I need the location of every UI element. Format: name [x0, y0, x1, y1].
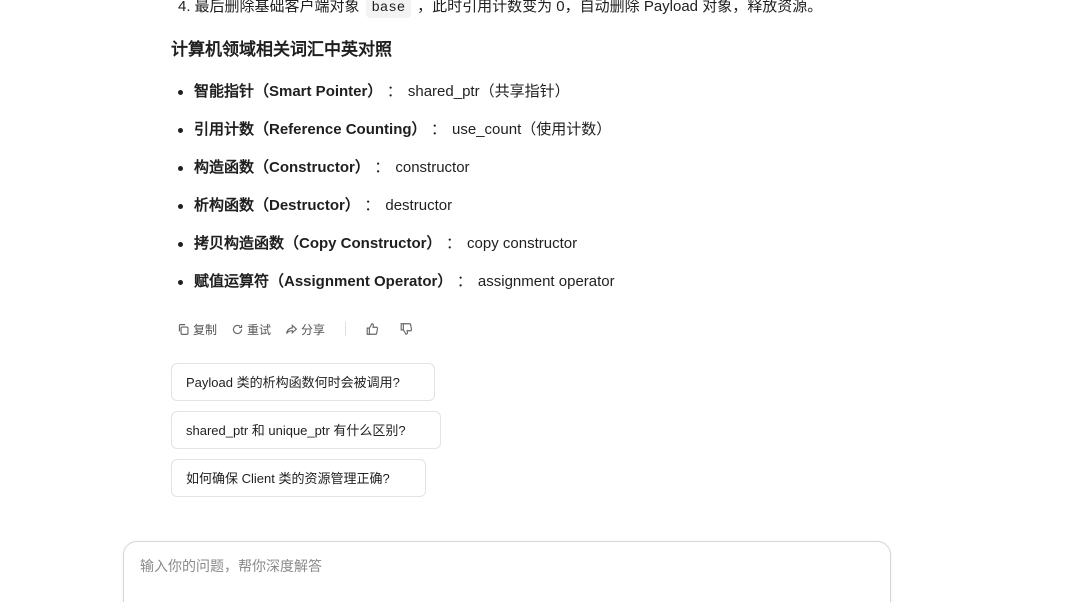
glossary-term: 拷贝构造函数（Copy Constructor） [194, 235, 435, 252]
suggested-question[interactable]: 如何确保 Client 类的资源管理正确? [171, 459, 426, 497]
copy-label: 复制 [193, 322, 218, 337]
suggested-question[interactable]: Payload 类的析构函数何时会被调用? [171, 363, 435, 401]
action-divider [345, 322, 347, 336]
step-item-4: 4. 最后删除基础客户端对象 base ，此时引用计数变为 0，自动删除 Payloa… [178, 0, 822, 18]
glossary-separator: ： [456, 273, 472, 290]
glossary-term: 构造函数（Constructor） [194, 159, 363, 176]
glossary-separator: ： [386, 83, 402, 100]
step-text-after: ，此时引用计数变为 0，自动删除 Payload 对象，释放资源。 [417, 0, 823, 15]
bullet-dot [178, 242, 183, 247]
glossary-definition: use_count（使用计数） [452, 121, 612, 138]
glossary-item: 析构函数（Destructor） ： destructor [176, 194, 615, 232]
step-text-before: 最后删除基础客户端对象 [194, 0, 360, 15]
glossary-separator: ： [431, 121, 447, 138]
message-action-bar: 复制 重试 分享 [177, 319, 432, 339]
glossary-term: 赋值运算符（Assignment Operator） [194, 273, 445, 290]
glossary-term: 智能指针（Smart Pointer） [194, 83, 375, 100]
bullet-dot [178, 280, 183, 285]
bullet-dot [178, 128, 183, 133]
glossary-separator: ： [446, 235, 462, 252]
copy-icon [178, 323, 189, 335]
glossary-item: 拷贝构造函数（Copy Constructor） ： copy constructo… [176, 232, 615, 270]
glossary-item: 构造函数（Constructor） ： constructor [176, 156, 615, 194]
share-button[interactable]: 分享 [285, 321, 325, 338]
glossary-heading: 计算机领域相关词汇中英对照 [171, 40, 392, 59]
glossary-list: 智能指针（Smart Pointer） ： shared_ptr（共享指针） 引用计… [176, 80, 615, 308]
glossary-definition: destructor [385, 197, 453, 214]
retry-label: 重试 [247, 322, 272, 337]
glossary-separator: ： [364, 197, 380, 214]
dislike-button[interactable] [398, 321, 414, 337]
glossary-separator: ： [374, 159, 390, 176]
glossary-item: 赋值运算符（Assignment Operator） ： assignment op… [176, 270, 615, 308]
refresh-icon [232, 324, 243, 334]
inline-code: base [365, 0, 412, 18]
share-label: 分享 [301, 322, 326, 337]
glossary-item: 引用计数（Reference Counting） ： use_count（使用计数） [176, 118, 615, 156]
bullet-dot [178, 204, 183, 209]
retry-button[interactable]: 重试 [231, 321, 271, 338]
glossary-definition: assignment operator [477, 273, 615, 290]
bullet-dot [178, 90, 183, 95]
thumbs-down-icon [400, 323, 413, 335]
chat-input[interactable] [140, 556, 860, 586]
bullet-dot [178, 166, 183, 171]
glossary-term: 引用计数（Reference Counting） [194, 121, 420, 138]
glossary-definition: copy constructor [467, 235, 578, 252]
like-button[interactable] [364, 321, 380, 337]
chat-composer [123, 541, 891, 602]
thumbs-up-icon [366, 323, 379, 335]
share-icon [286, 323, 298, 334]
chat-page: 4. 最后删除基础客户端对象 base ，此时引用计数变为 0，自动删除 Payloa… [0, 0, 1092, 602]
glossary-definition: constructor [395, 159, 470, 176]
copy-button[interactable]: 复制 [177, 321, 217, 338]
step-number: 4. [178, 0, 191, 15]
glossary-term: 析构函数（Destructor） [194, 197, 353, 214]
suggested-question[interactable]: shared_ptr 和 unique_ptr 有什么区别? [171, 411, 441, 449]
glossary-definition: shared_ptr（共享指针） [407, 83, 570, 100]
glossary-item: 智能指针（Smart Pointer） ： shared_ptr（共享指针） [176, 80, 615, 118]
